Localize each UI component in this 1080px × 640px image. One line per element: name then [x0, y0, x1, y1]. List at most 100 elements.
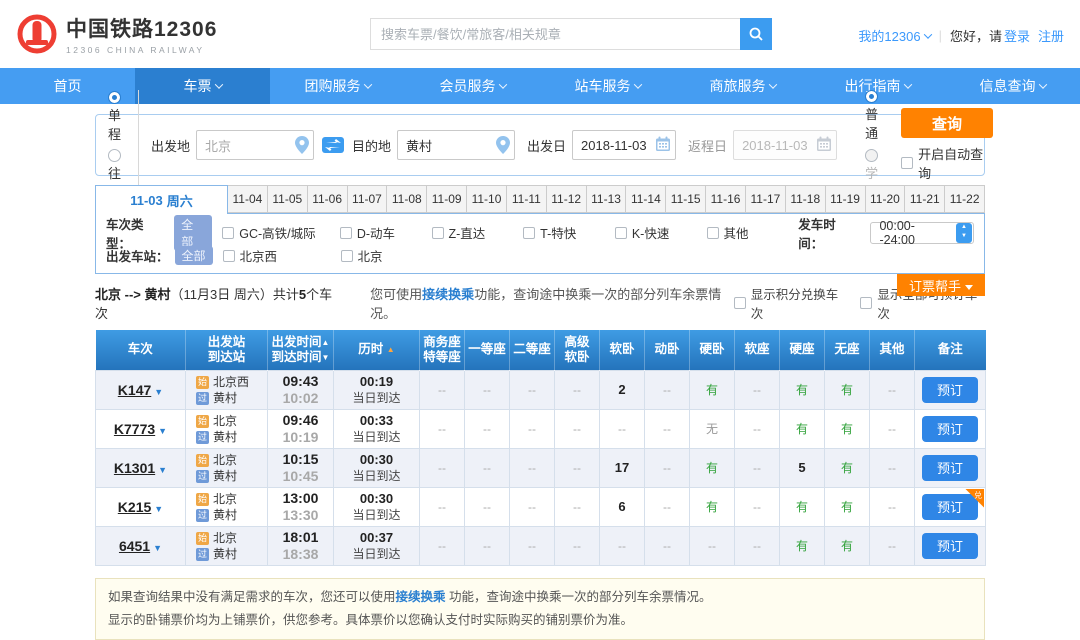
date-tab[interactable]: 11-21 — [905, 185, 945, 213]
date-tab[interactable]: 11-09 — [427, 185, 467, 213]
booking-helper-button[interactable]: 订票帮手 — [897, 274, 985, 296]
depart-time-select[interactable]: 00:00--24:00 ▲▼ — [870, 222, 974, 244]
filter-other[interactable]: 其他 — [707, 223, 799, 242]
seat-cell: 有 — [825, 409, 870, 448]
logo-title: 中国铁路12306 — [66, 13, 217, 43]
calendar-icon[interactable] — [655, 136, 671, 152]
expand-caret-icon[interactable]: ▼ — [158, 465, 167, 475]
seat-cell: -- — [645, 448, 690, 487]
logo[interactable]: 中国铁路12306 12306 CHINA RAILWAY — [16, 13, 217, 55]
nav-business-travel[interactable]: 商旅服务 — [675, 68, 810, 104]
filter-t[interactable]: T-特快 — [523, 223, 615, 242]
login-link[interactable]: 登录 — [1004, 26, 1030, 45]
nav-member-services[interactable]: 会员服务 — [405, 68, 540, 104]
train-number-link[interactable]: 6451 — [119, 538, 150, 554]
search-button[interactable] — [740, 18, 772, 50]
date-tab[interactable]: 11-07 — [348, 185, 388, 213]
date-tab[interactable]: 11-17 — [746, 185, 786, 213]
my-12306-link[interactable]: 我的12306 — [858, 26, 930, 45]
expand-caret-icon[interactable]: ▼ — [158, 426, 167, 436]
date-tab[interactable]: 11-12 — [547, 185, 587, 213]
seat-cell: -- — [735, 526, 780, 565]
filter-z[interactable]: Z-直达 — [432, 223, 524, 242]
spinner-updown-icon[interactable]: ▲▼ — [956, 223, 972, 243]
seat-cell: -- — [420, 409, 465, 448]
register-link[interactable]: 注册 — [1038, 26, 1064, 45]
date-tab[interactable]: 11-20 — [866, 185, 906, 213]
filter-beijing[interactable]: 北京 — [341, 246, 433, 265]
filter-d[interactable]: D-动车 — [340, 223, 432, 242]
swap-stations-icon[interactable] — [322, 137, 344, 153]
location-pin-icon[interactable] — [496, 136, 510, 154]
date-tab[interactable]: 11-22 — [945, 185, 985, 213]
seat-cell: 有 — [690, 448, 735, 487]
search-input[interactable] — [370, 18, 740, 50]
chevron-down-icon — [1038, 80, 1046, 88]
results-summary: 北京 --> 黄村（11月3日 周六）共计5个车次 您可使用接续换乘功能，查询途… — [95, 284, 985, 322]
seat-cell: -- — [420, 487, 465, 526]
date-tab[interactable]: 11-04 — [228, 185, 268, 213]
date-tab-active[interactable]: 11-03周六 — [95, 185, 228, 214]
book-button[interactable]: 预订 — [922, 377, 978, 403]
sort-asc-icon[interactable]: ▲ — [322, 338, 330, 347]
transfer-link[interactable]: 接续换乘 — [422, 287, 474, 302]
date-tab[interactable]: 11-13 — [587, 185, 627, 213]
book-button[interactable]: 预订 — [922, 455, 978, 481]
filter-beijingxi[interactable]: 北京西 — [223, 246, 341, 265]
train-number-link[interactable]: K1301 — [114, 460, 155, 476]
col-duration[interactable]: 历时 ▲ — [334, 330, 420, 370]
date-tab[interactable]: 11-08 — [387, 185, 427, 213]
seat-cell: -- — [465, 370, 510, 409]
location-pin-icon[interactable] — [295, 136, 309, 154]
train-number-link[interactable]: K7773 — [114, 421, 155, 437]
one-way-radio[interactable]: 单程 — [108, 90, 126, 143]
nav-group-services[interactable]: 团购服务 — [270, 68, 405, 104]
book-button[interactable]: 预订 — [922, 416, 978, 442]
date-tab[interactable]: 11-14 — [626, 185, 666, 213]
expand-caret-icon[interactable]: ▼ — [154, 387, 163, 397]
col-times[interactable]: 出发时间▲到达时间▼ — [268, 330, 334, 370]
pass-station-badge: 过 — [196, 470, 209, 483]
expand-caret-icon[interactable]: ▼ — [153, 543, 162, 553]
auto-query-checkbox[interactable]: 开启自动查询 — [901, 144, 993, 182]
date-tab[interactable]: 11-05 — [268, 185, 308, 213]
date-tab[interactable]: 11-19 — [826, 185, 866, 213]
date-tab[interactable]: 11-11 — [507, 185, 547, 213]
date-tab[interactable]: 11-16 — [706, 185, 746, 213]
normal-radio[interactable]: 普通 — [865, 89, 883, 142]
show-points-trains-checkbox[interactable]: 显示积分兑换车次 — [734, 284, 847, 322]
seat-cell: -- — [510, 370, 555, 409]
start-station-badge: 始 — [196, 532, 209, 545]
depart-time: 18:01 — [270, 529, 331, 546]
filter-gc[interactable]: GC-高铁/城际 — [222, 223, 340, 242]
seat-cell: 有 — [780, 370, 825, 409]
filter-k[interactable]: K-快速 — [615, 223, 707, 242]
seat-cell: -- — [645, 526, 690, 565]
seat-cell: 5 — [780, 448, 825, 487]
query-button[interactable]: 查询 — [901, 108, 993, 138]
depart-date-label: 出发日 — [527, 136, 566, 155]
train-number-link[interactable]: K215 — [118, 499, 151, 515]
date-tab[interactable]: 11-10 — [467, 185, 507, 213]
expand-caret-icon[interactable]: ▼ — [154, 504, 163, 514]
col-soft-seat: 软座 — [735, 330, 780, 370]
sort-asc-active-icon[interactable]: ▲ — [387, 345, 395, 354]
station-all-badge[interactable]: 全部 — [175, 246, 213, 265]
page: 中国铁路12306 12306 CHINA RAILWAY 我的12306 | … — [0, 0, 1080, 586]
checkbox-icon — [340, 227, 352, 239]
nav-tickets[interactable]: 车票 — [135, 68, 270, 104]
date-tab[interactable]: 11-15 — [666, 185, 706, 213]
date-tab[interactable]: 11-06 — [308, 185, 348, 213]
book-button[interactable]: 预订 — [922, 494, 978, 520]
checkbox-icon — [341, 250, 353, 262]
date-tab[interactable]: 11-18 — [786, 185, 826, 213]
sort-desc-icon[interactable]: ▼ — [322, 353, 330, 362]
nav-info-query[interactable]: 信息查询 — [945, 68, 1080, 104]
seat-cell: -- — [645, 487, 690, 526]
book-button[interactable]: 预订 — [922, 533, 978, 559]
summary-mid: （11月3日 周六）共计 — [170, 287, 298, 302]
train-number-link[interactable]: K147 — [118, 382, 151, 398]
seat-cell: -- — [555, 448, 600, 487]
transfer-link[interactable]: 接续换乘 — [396, 590, 446, 604]
nav-station-services[interactable]: 站车服务 — [540, 68, 675, 104]
